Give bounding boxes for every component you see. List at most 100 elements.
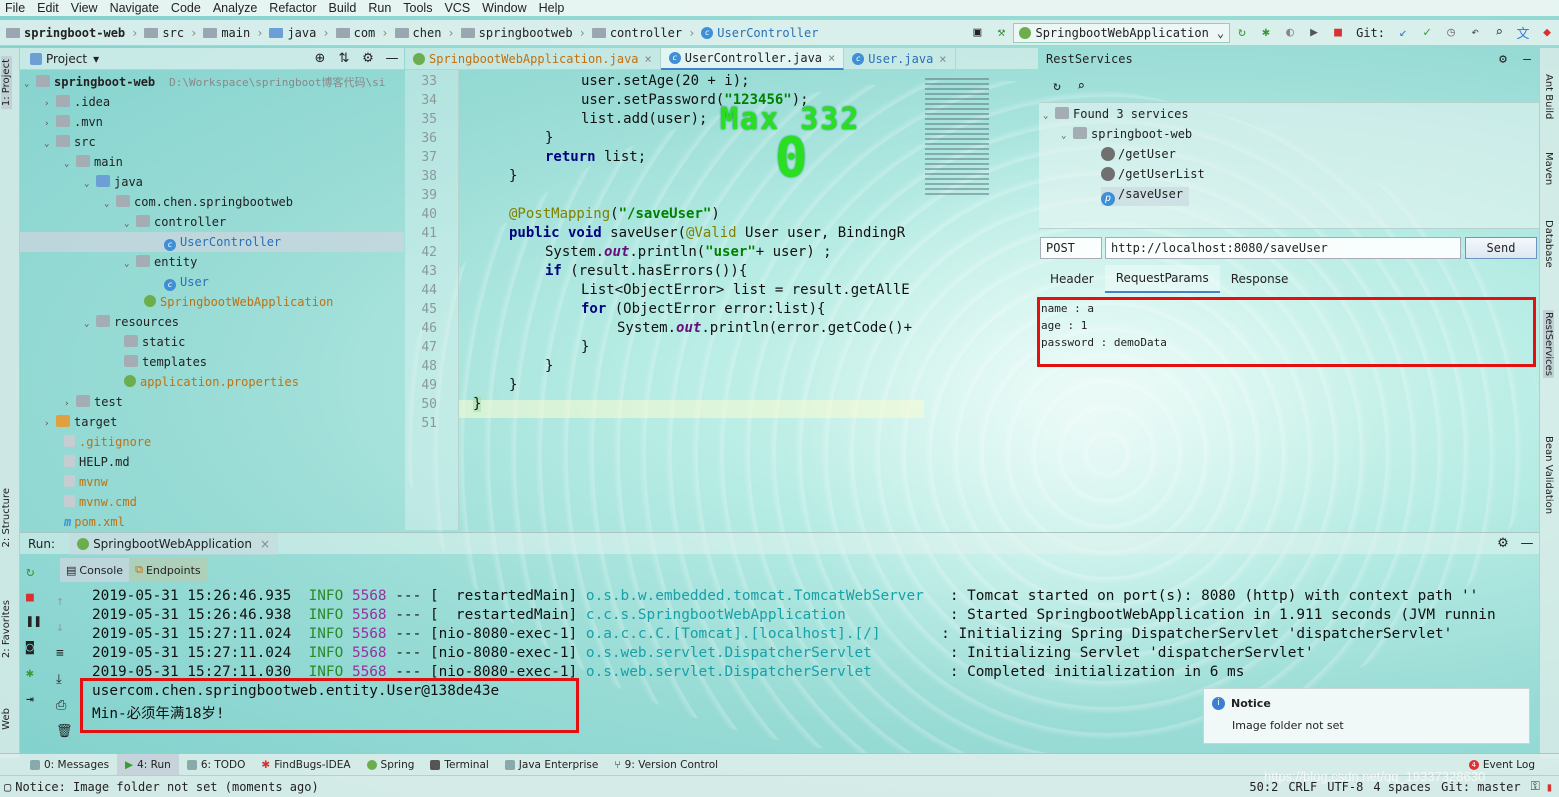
toolwindow-findbugs[interactable]: ✱ FindBugs-IDEA	[253, 754, 358, 776]
code-line[interactable]: }	[545, 130, 553, 146]
http-method-field[interactable]: POST	[1040, 237, 1102, 259]
close-icon[interactable]: ×	[260, 537, 270, 551]
menu-help[interactable]: Help	[534, 1, 572, 16]
code-minimap[interactable]	[925, 78, 989, 198]
send-button[interactable]: Send	[1465, 237, 1537, 259]
code-line[interactable]: return list;	[545, 149, 646, 165]
tree-item-src[interactable]: ⌄ src	[44, 132, 96, 152]
tree-item-mvnw-cmd[interactable]: mvnw.cmd	[64, 492, 137, 512]
scroll-to-end-icon[interactable]: ⤓	[56, 672, 62, 687]
trash-icon[interactable]: 🗑	[56, 724, 73, 739]
stop-icon[interactable]: ■	[26, 590, 34, 605]
code-line[interactable]: }	[581, 339, 589, 355]
tree-item-idea[interactable]: › .idea	[44, 92, 110, 112]
tab-maven[interactable]: Maven	[1543, 152, 1554, 185]
project-structure-icon[interactable]: ▣	[969, 25, 985, 41]
tab-springbootwebapplication[interactable]: SpringbootWebApplication.java ×	[405, 47, 661, 70]
tree-item-entity[interactable]: ⌄ entity	[124, 252, 197, 272]
debug-bug-icon[interactable]: ✱	[1258, 25, 1274, 41]
hide-icon[interactable]: —	[384, 51, 400, 67]
close-icon[interactable]: ×	[645, 52, 652, 66]
code-line[interactable]: }	[545, 358, 553, 374]
toolwindow-version-control[interactable]: ⑂ 9: Version Control	[606, 754, 726, 776]
run-config-select[interactable]: SpringbootWebApplication ⌄	[1013, 22, 1231, 43]
plugin-icon[interactable]: ◆	[1539, 25, 1555, 41]
tree-item-module[interactable]: ⌄ springboot-web	[1061, 127, 1192, 141]
soft-wrap-icon[interactable]: ≡	[56, 646, 64, 661]
menu-edit[interactable]: Edit	[32, 1, 66, 16]
camera-icon[interactable]: ◙	[26, 640, 34, 655]
close-icon[interactable]: ×	[828, 51, 835, 65]
code-line[interactable]: }	[509, 377, 517, 393]
code-line[interactable]: @PostMapping("/saveUser")	[509, 206, 720, 222]
service-getuser[interactable]: /getUser	[1101, 147, 1176, 161]
lock-icon[interactable]: ⚿	[1531, 779, 1540, 794]
tree-item-main[interactable]: ⌄ main	[64, 152, 123, 172]
tab-endpoints[interactable]: ⧉ Endpoints	[129, 558, 207, 582]
tab-header[interactable]: Header	[1039, 265, 1105, 293]
git-update-icon[interactable]: ↙	[1395, 25, 1411, 41]
toolwindow-java-enterprise[interactable]: Java Enterprise	[497, 754, 607, 776]
notice-balloon[interactable]: i Notice Image folder not set	[1203, 688, 1530, 744]
git-history-icon[interactable]: ◷	[1443, 25, 1459, 41]
menu-window[interactable]: Window	[477, 1, 533, 16]
tree-item-root[interactable]: ⌄ springboot-web D:\Workspace\springboot博客…	[24, 72, 385, 92]
gear-icon[interactable]: ⚙	[360, 51, 376, 67]
arrow-up-icon[interactable]: ↑	[56, 594, 64, 609]
tab-web[interactable]: Web	[1, 708, 12, 730]
tab-requestparams[interactable]: RequestParams	[1104, 265, 1220, 293]
tab-user[interactable]: c User.java ×	[844, 47, 956, 70]
status-message[interactable]: Notice: Image folder not set (moments ag…	[15, 780, 318, 794]
gear-icon[interactable]: ⚙	[1495, 536, 1511, 552]
tree-item-gitignore[interactable]: .gitignore	[64, 432, 151, 452]
pause-icon[interactable]: ❚❚	[26, 614, 42, 629]
code-line[interactable]: public void saveUser(@Valid User user, B…	[509, 225, 905, 241]
tree-item-java[interactable]: ⌄ java	[84, 172, 143, 192]
tree-item-mvnw[interactable]: mvnw	[64, 472, 108, 492]
search-icon[interactable]: ⌕	[1491, 25, 1507, 41]
breadcrumb-chen[interactable]: chen ›	[394, 26, 455, 40]
service-saveuser[interactable]: p/saveUser	[1101, 187, 1190, 206]
tree-item-help[interactable]: HELP.md	[64, 452, 130, 472]
tab-favorites[interactable]: 2: Favorites	[1, 600, 12, 658]
tab-structure[interactable]: 2: Structure	[1, 488, 12, 547]
menu-view[interactable]: View	[66, 1, 105, 16]
code-line[interactable]: if (result.hasErrors()){	[545, 263, 747, 279]
collapse-all-icon[interactable]: ⇅	[336, 51, 352, 67]
debug-icon[interactable]: ✱	[26, 666, 34, 681]
tree-item-usercontroller[interactable]: c UserController	[20, 232, 404, 252]
git-commit-icon[interactable]: ✓	[1419, 25, 1435, 41]
tree-item-mvn[interactable]: › .mvn	[44, 112, 103, 132]
code-line[interactable]: System.out.println("user"+ user) ;	[545, 244, 832, 260]
search-icon[interactable]: ⌕	[1073, 78, 1089, 94]
chevron-down-icon[interactable]: ▾	[93, 52, 99, 66]
arrow-down-icon[interactable]: ↓	[56, 620, 64, 635]
memory-icon[interactable]: ▮	[1546, 780, 1553, 794]
tab-database[interactable]: Database	[1543, 220, 1554, 268]
breadcrumb-controller[interactable]: controller ›	[591, 26, 695, 40]
code-line[interactable]: user.setAge(20 + i);	[581, 73, 750, 89]
code-line[interactable]: List<ObjectError> list = result.getAllE	[581, 282, 910, 298]
service-getuserlist[interactable]: /getUserList	[1101, 167, 1205, 181]
tree-item-found[interactable]: ⌄ Found 3 services	[1043, 107, 1189, 121]
hide-icon[interactable]: —	[1519, 51, 1535, 67]
tab-usercontroller[interactable]: c UserController.java ×	[660, 47, 845, 70]
status-toggle-icon[interactable]: ▢	[4, 780, 11, 794]
tab-bean-validation[interactable]: Bean Validation	[1543, 436, 1554, 514]
breadcrumb-com[interactable]: com ›	[335, 26, 389, 40]
profile-icon[interactable]: ◐	[1282, 25, 1298, 41]
tab-restservices[interactable]: RestServices	[1543, 310, 1554, 378]
tab-project[interactable]: 1: Project	[1, 56, 12, 110]
menu-code[interactable]: Code	[166, 1, 208, 16]
code-line[interactable]: }	[509, 168, 517, 184]
run-config-tab[interactable]: SpringbootWebApplication ×	[69, 532, 279, 555]
toolwindow-terminal[interactable]: Terminal	[422, 754, 496, 776]
tree-item-controller[interactable]: ⌄ controller	[124, 212, 226, 232]
exit-icon[interactable]: ⇥	[26, 692, 34, 707]
code-line[interactable]: System.out.println(error.getCode()+	[617, 320, 912, 336]
rerun-icon[interactable]: ↻	[26, 564, 34, 580]
breadcrumb-src[interactable]: src ›	[144, 26, 197, 40]
tree-item-package[interactable]: ⌄ com.chen.springbootweb	[104, 192, 293, 212]
url-field[interactable]: http://localhost:8080/saveUser	[1105, 237, 1461, 259]
gear-icon[interactable]: ⚙	[1495, 51, 1511, 67]
